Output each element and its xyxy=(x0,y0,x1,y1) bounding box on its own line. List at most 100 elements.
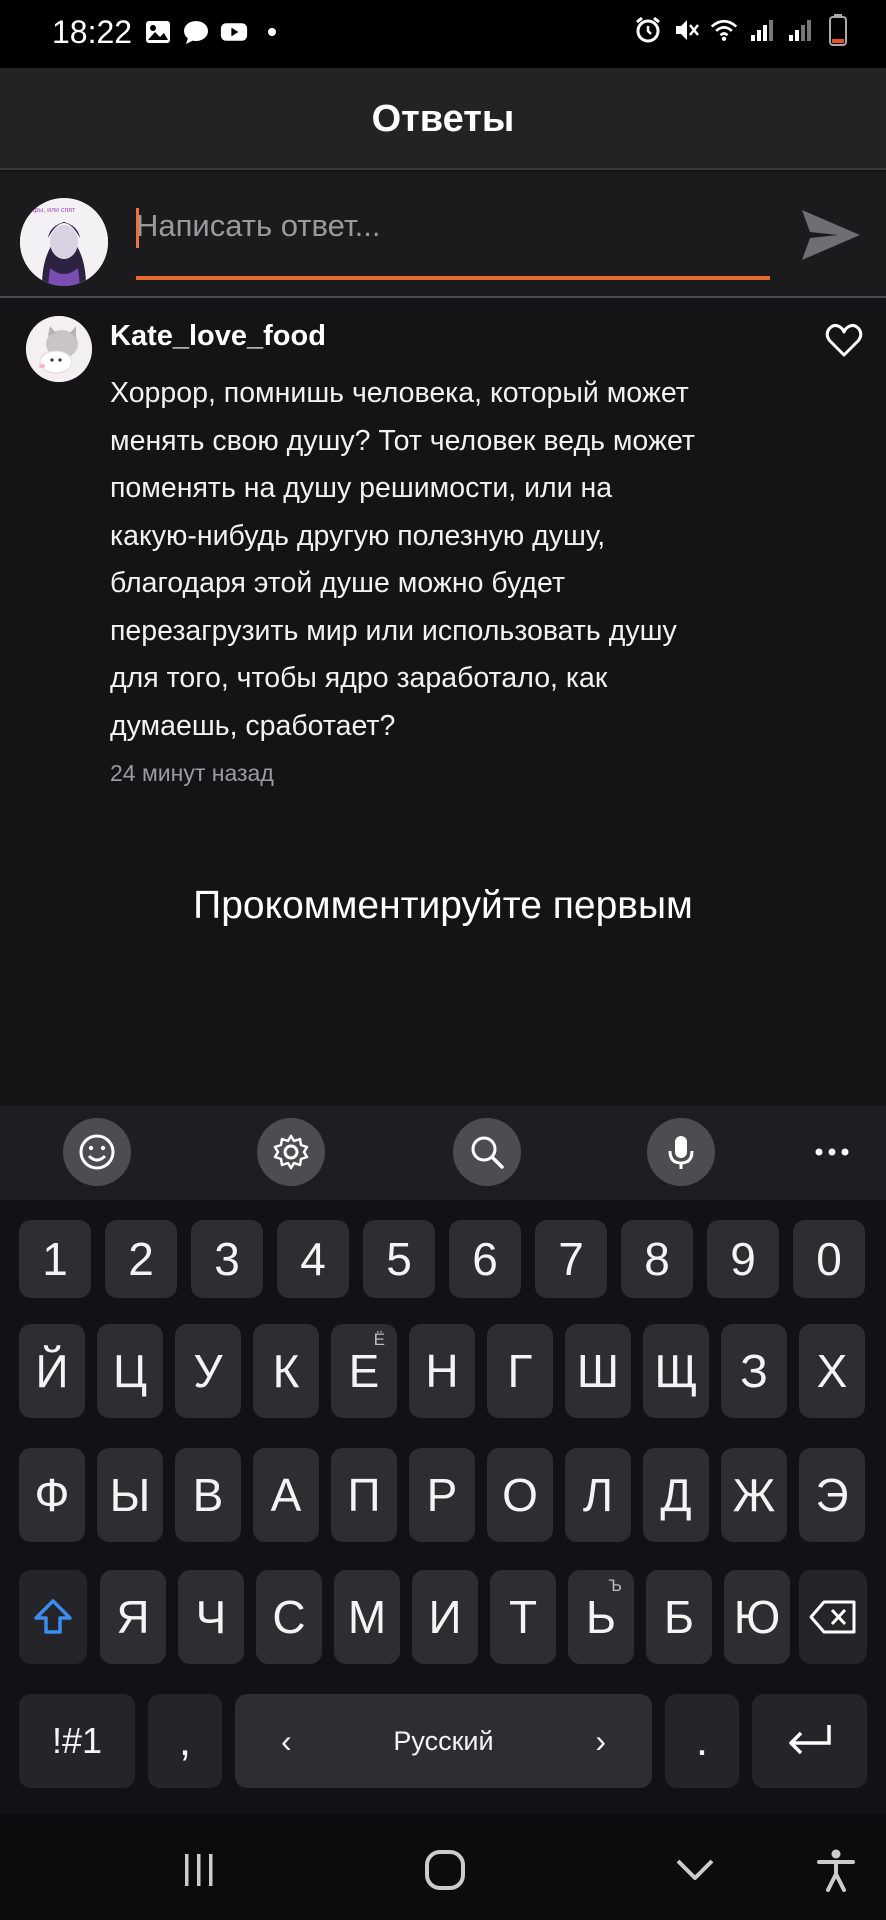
settings-icon xyxy=(273,1134,309,1170)
back-icon xyxy=(676,1859,714,1880)
backspace-key[interactable] xyxy=(799,1570,867,1664)
input-underline xyxy=(136,276,770,280)
signal-icon xyxy=(786,16,814,44)
system-icons xyxy=(634,14,852,46)
key-7[interactable]: 7 xyxy=(535,1220,607,1298)
keyboard-toolbar xyxy=(0,1106,886,1200)
key-letter[interactable]: И xyxy=(412,1570,478,1664)
header: Ответы xyxy=(0,68,886,170)
recents-icon xyxy=(185,1854,213,1886)
comment-line: менять свою душу? Тот человек ведь может xyxy=(110,424,695,457)
space-key[interactable]: ‹ Русский › xyxy=(235,1694,652,1788)
key-letter[interactable]: Й xyxy=(19,1324,85,1418)
key-letter[interactable]: Ф xyxy=(19,1448,85,1542)
key-letter[interactable]: Б xyxy=(646,1570,712,1664)
right-arrow-icon: › xyxy=(595,1722,606,1759)
key-letter[interactable]: Г xyxy=(487,1324,553,1418)
symbols-key[interactable]: !#1 xyxy=(19,1694,135,1788)
avatar[interactable] xyxy=(26,316,92,382)
comment-line: благодаря этой душе можно будет xyxy=(110,567,566,599)
home-button[interactable] xyxy=(415,1840,475,1900)
signal-icon xyxy=(748,16,776,44)
key-8[interactable]: 8 xyxy=(621,1220,693,1298)
period-key[interactable]: . xyxy=(665,1694,739,1788)
key-letter[interactable]: О xyxy=(487,1448,553,1542)
page-title: Ответы xyxy=(371,98,515,140)
back-button[interactable] xyxy=(665,1840,725,1900)
voice-input-button[interactable] xyxy=(647,1118,715,1186)
key-letter[interactable]: Р xyxy=(409,1448,475,1542)
key-letter[interactable]: Э xyxy=(799,1448,865,1542)
send-button[interactable] xyxy=(798,202,864,268)
dot-icon xyxy=(258,18,286,46)
key-3[interactable]: 3 xyxy=(191,1220,263,1298)
heart-icon xyxy=(825,323,863,357)
emoji-button[interactable] xyxy=(63,1118,131,1186)
key-9[interactable]: 9 xyxy=(707,1220,779,1298)
key-letter[interactable]: Т xyxy=(490,1570,556,1664)
status-time: 18:22 xyxy=(52,14,133,50)
avatar-caption: Пуфы, или спят xyxy=(24,207,76,214)
key-label: Е xyxy=(348,1345,380,1397)
key-letter[interactable]: Ш xyxy=(565,1324,631,1418)
key-letter[interactable]: Д xyxy=(643,1448,709,1542)
key-letter[interactable]: Х xyxy=(799,1324,865,1418)
microphone-icon xyxy=(668,1136,694,1169)
comment-text: Хоррор, помнишь человека, который может … xyxy=(110,370,760,750)
key-letter-e[interactable]: Е Ё xyxy=(331,1324,397,1418)
key-5[interactable]: 5 xyxy=(363,1220,435,1298)
key-letter[interactable]: К xyxy=(253,1324,319,1418)
keyboard-search-button[interactable] xyxy=(453,1118,521,1186)
comment-author[interactable]: Kate_love_food xyxy=(110,320,326,353)
left-arrow-icon: ‹ xyxy=(281,1722,292,1759)
key-2[interactable]: 2 xyxy=(105,1220,177,1298)
backspace-icon xyxy=(809,1600,856,1634)
key-letter[interactable]: А xyxy=(253,1448,319,1542)
key-hint: Ё xyxy=(373,1330,385,1349)
key-letter[interactable]: З xyxy=(721,1324,787,1418)
key-letter[interactable]: Ю xyxy=(724,1570,790,1664)
navigation-bar xyxy=(0,1814,886,1920)
text-caret xyxy=(136,208,139,248)
comment-line: для того, чтобы ядро заработало, как xyxy=(110,662,608,694)
keyboard-settings-button[interactable] xyxy=(257,1118,325,1186)
key-0[interactable]: 0 xyxy=(793,1220,865,1298)
key-letter[interactable]: Щ xyxy=(643,1324,709,1418)
status-bar: 18:22 xyxy=(0,0,886,68)
key-letter[interactable]: Я xyxy=(100,1570,166,1664)
mute-icon xyxy=(672,16,700,44)
shift-key[interactable] xyxy=(19,1570,87,1664)
search-icon xyxy=(471,1136,504,1169)
key-letter[interactable]: Н xyxy=(409,1324,475,1418)
key-letter[interactable]: В xyxy=(175,1448,241,1542)
avatar[interactable]: Пуфы, или спят xyxy=(20,198,108,286)
key-letter[interactable]: Ы xyxy=(97,1448,163,1542)
home-icon xyxy=(425,1850,465,1890)
key-letter[interactable]: У xyxy=(175,1324,241,1418)
key-6[interactable]: 6 xyxy=(449,1220,521,1298)
accessibility-button[interactable] xyxy=(806,1840,866,1900)
enter-key[interactable] xyxy=(752,1694,867,1788)
key-4[interactable]: 4 xyxy=(277,1220,349,1298)
key-letter[interactable]: Ж xyxy=(721,1448,787,1542)
key-letter[interactable]: М xyxy=(334,1570,400,1664)
like-button[interactable] xyxy=(824,320,864,360)
more-options-button[interactable] xyxy=(812,1132,852,1172)
key-hint: Ъ xyxy=(608,1576,622,1595)
key-letter-soft-sign[interactable]: Ь Ъ xyxy=(568,1570,634,1664)
more-icon xyxy=(815,1148,849,1156)
key-1[interactable]: 1 xyxy=(19,1220,91,1298)
message-icon xyxy=(182,18,210,46)
comment-line: перезагрузить мир или использовать душу xyxy=(110,614,677,647)
reply-input[interactable] xyxy=(136,200,770,252)
key-letter[interactable]: С xyxy=(256,1570,322,1664)
key-letter[interactable]: П xyxy=(331,1448,397,1542)
comma-key[interactable]: , xyxy=(148,1694,222,1788)
key-letter[interactable]: Ч xyxy=(178,1570,244,1664)
key-letter[interactable]: Л xyxy=(565,1448,631,1542)
key-letter[interactable]: Ц xyxy=(97,1324,163,1418)
accessibility-icon xyxy=(817,1849,855,1892)
reply-composer: Пуфы, или спят xyxy=(0,172,886,298)
send-icon xyxy=(802,210,860,260)
recents-button[interactable] xyxy=(169,1840,229,1900)
